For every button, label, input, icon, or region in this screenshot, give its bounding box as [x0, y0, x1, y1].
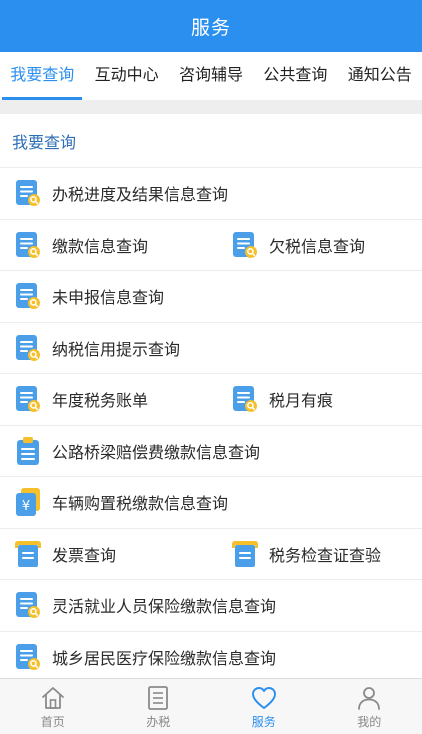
nav-tax[interactable]: 办税: [106, 679, 212, 734]
document-search-icon: [231, 384, 259, 414]
tab-consultation[interactable]: 咨询辅导: [169, 52, 253, 100]
nav-home[interactable]: 首页: [0, 679, 106, 734]
section-divider: [0, 100, 422, 114]
yuan-document-icon: [14, 487, 42, 517]
list-icon: [148, 685, 169, 710]
item-inspection-cert[interactable]: 税务检查证查验: [217, 529, 422, 580]
nav-home-label: 首页: [40, 714, 65, 729]
document-search-icon: [14, 230, 42, 260]
item-label: 城乡居民医疗保险缴款信息查询: [52, 648, 277, 668]
item-label: 办税进度及结果信息查询: [52, 185, 229, 205]
document-search-icon: [14, 384, 42, 414]
list-row: 车辆购置税缴款信息查询: [0, 477, 422, 529]
item-label: 未申报信息查询: [52, 288, 165, 308]
app-screen: 服务 我要查询 互动中心 咨询辅导 公共查询 通知公告 我要查询 办税进度及结果…: [0, 0, 422, 734]
item-label: 缴款信息查询: [52, 236, 149, 256]
item-label: 纳税信用提示查询: [52, 339, 181, 359]
list-row: 纳税信用提示查询: [0, 323, 422, 374]
list-row: 灵活就业人员保险缴款信息查询: [0, 580, 422, 632]
nav-tax-label: 办税: [146, 714, 171, 729]
clipboard-icon: [14, 436, 42, 466]
item-label: 税月有痕: [269, 391, 334, 411]
tab-interaction-center[interactable]: 互动中心: [84, 52, 168, 100]
invoice-icon: [231, 539, 259, 569]
item-tax-trace[interactable]: 税月有痕: [217, 374, 422, 425]
item-annual-bill[interactable]: 年度税务账单: [0, 374, 217, 425]
tab-bar: 我要查询 互动中心 咨询辅导 公共查询 通知公告: [0, 52, 422, 100]
section-title: 我要查询: [0, 114, 422, 168]
list-row: 城乡居民医疗保险缴款信息查询: [0, 632, 422, 683]
home-icon: [41, 686, 64, 709]
document-search-icon: [14, 281, 42, 311]
item-vehicle-tax-query[interactable]: 车辆购置税缴款信息查询: [0, 477, 422, 528]
bottom-navigation: 首页 办税 服务 我的: [0, 678, 422, 734]
item-invoice-query[interactable]: 发票查询: [0, 529, 217, 580]
nav-service-label: 服务: [251, 714, 276, 729]
item-label: 车辆购置税缴款信息查询: [52, 494, 229, 514]
item-label: 灵活就业人员保险缴款信息查询: [52, 597, 277, 617]
item-progress-query[interactable]: 办税进度及结果信息查询: [0, 168, 422, 219]
item-flexible-insurance-query[interactable]: 灵活就业人员保险缴款信息查询: [0, 580, 422, 631]
nav-mine[interactable]: 我的: [317, 679, 422, 734]
list-row: 年度税务账单 税月有痕: [0, 374, 422, 426]
item-label: 公路桥梁赔偿费缴款信息查询: [52, 442, 261, 462]
user-icon: [358, 686, 381, 710]
list-row: 公路桥梁赔偿费缴款信息查询: [0, 426, 422, 477]
tab-public-query[interactable]: 公共查询: [253, 52, 337, 100]
item-label: 税务检查证查验: [269, 545, 382, 565]
document-search-icon: [14, 178, 42, 208]
item-road-bridge-query[interactable]: 公路桥梁赔偿费缴款信息查询: [0, 426, 422, 477]
tab-notices[interactable]: 通知公告: [338, 52, 422, 100]
nav-service[interactable]: 服务: [211, 679, 317, 734]
item-arrears-query[interactable]: 欠税信息查询: [217, 220, 422, 271]
list-row: 发票查询 税务检查证查验: [0, 529, 422, 580]
document-search-icon: [14, 642, 42, 672]
item-payment-query[interactable]: 缴款信息查询: [0, 220, 217, 271]
list-row: 缴款信息查询 欠税信息查询: [0, 220, 422, 271]
invoice-icon: [14, 539, 42, 569]
heart-icon: [251, 686, 276, 709]
item-label: 欠税信息查询: [269, 236, 366, 256]
item-undeclared-query[interactable]: 未申报信息查询: [0, 271, 422, 322]
item-label: 年度税务账单: [52, 391, 149, 411]
document-search-icon: [231, 230, 259, 260]
document-search-icon: [14, 590, 42, 620]
item-medical-insurance-query[interactable]: 城乡居民医疗保险缴款信息查询: [0, 632, 422, 683]
page-title: 服务: [190, 16, 231, 39]
header-bar: 服务: [0, 0, 422, 52]
item-credit-query[interactable]: 纳税信用提示查询: [0, 323, 422, 374]
tab-my-query[interactable]: 我要查询: [0, 52, 84, 100]
item-label: 发票查询: [52, 545, 117, 565]
list-row: 办税进度及结果信息查询: [0, 168, 422, 220]
nav-mine-label: 我的: [357, 714, 382, 729]
list-row: 未申报信息查询: [0, 271, 422, 323]
document-search-icon: [14, 333, 42, 363]
